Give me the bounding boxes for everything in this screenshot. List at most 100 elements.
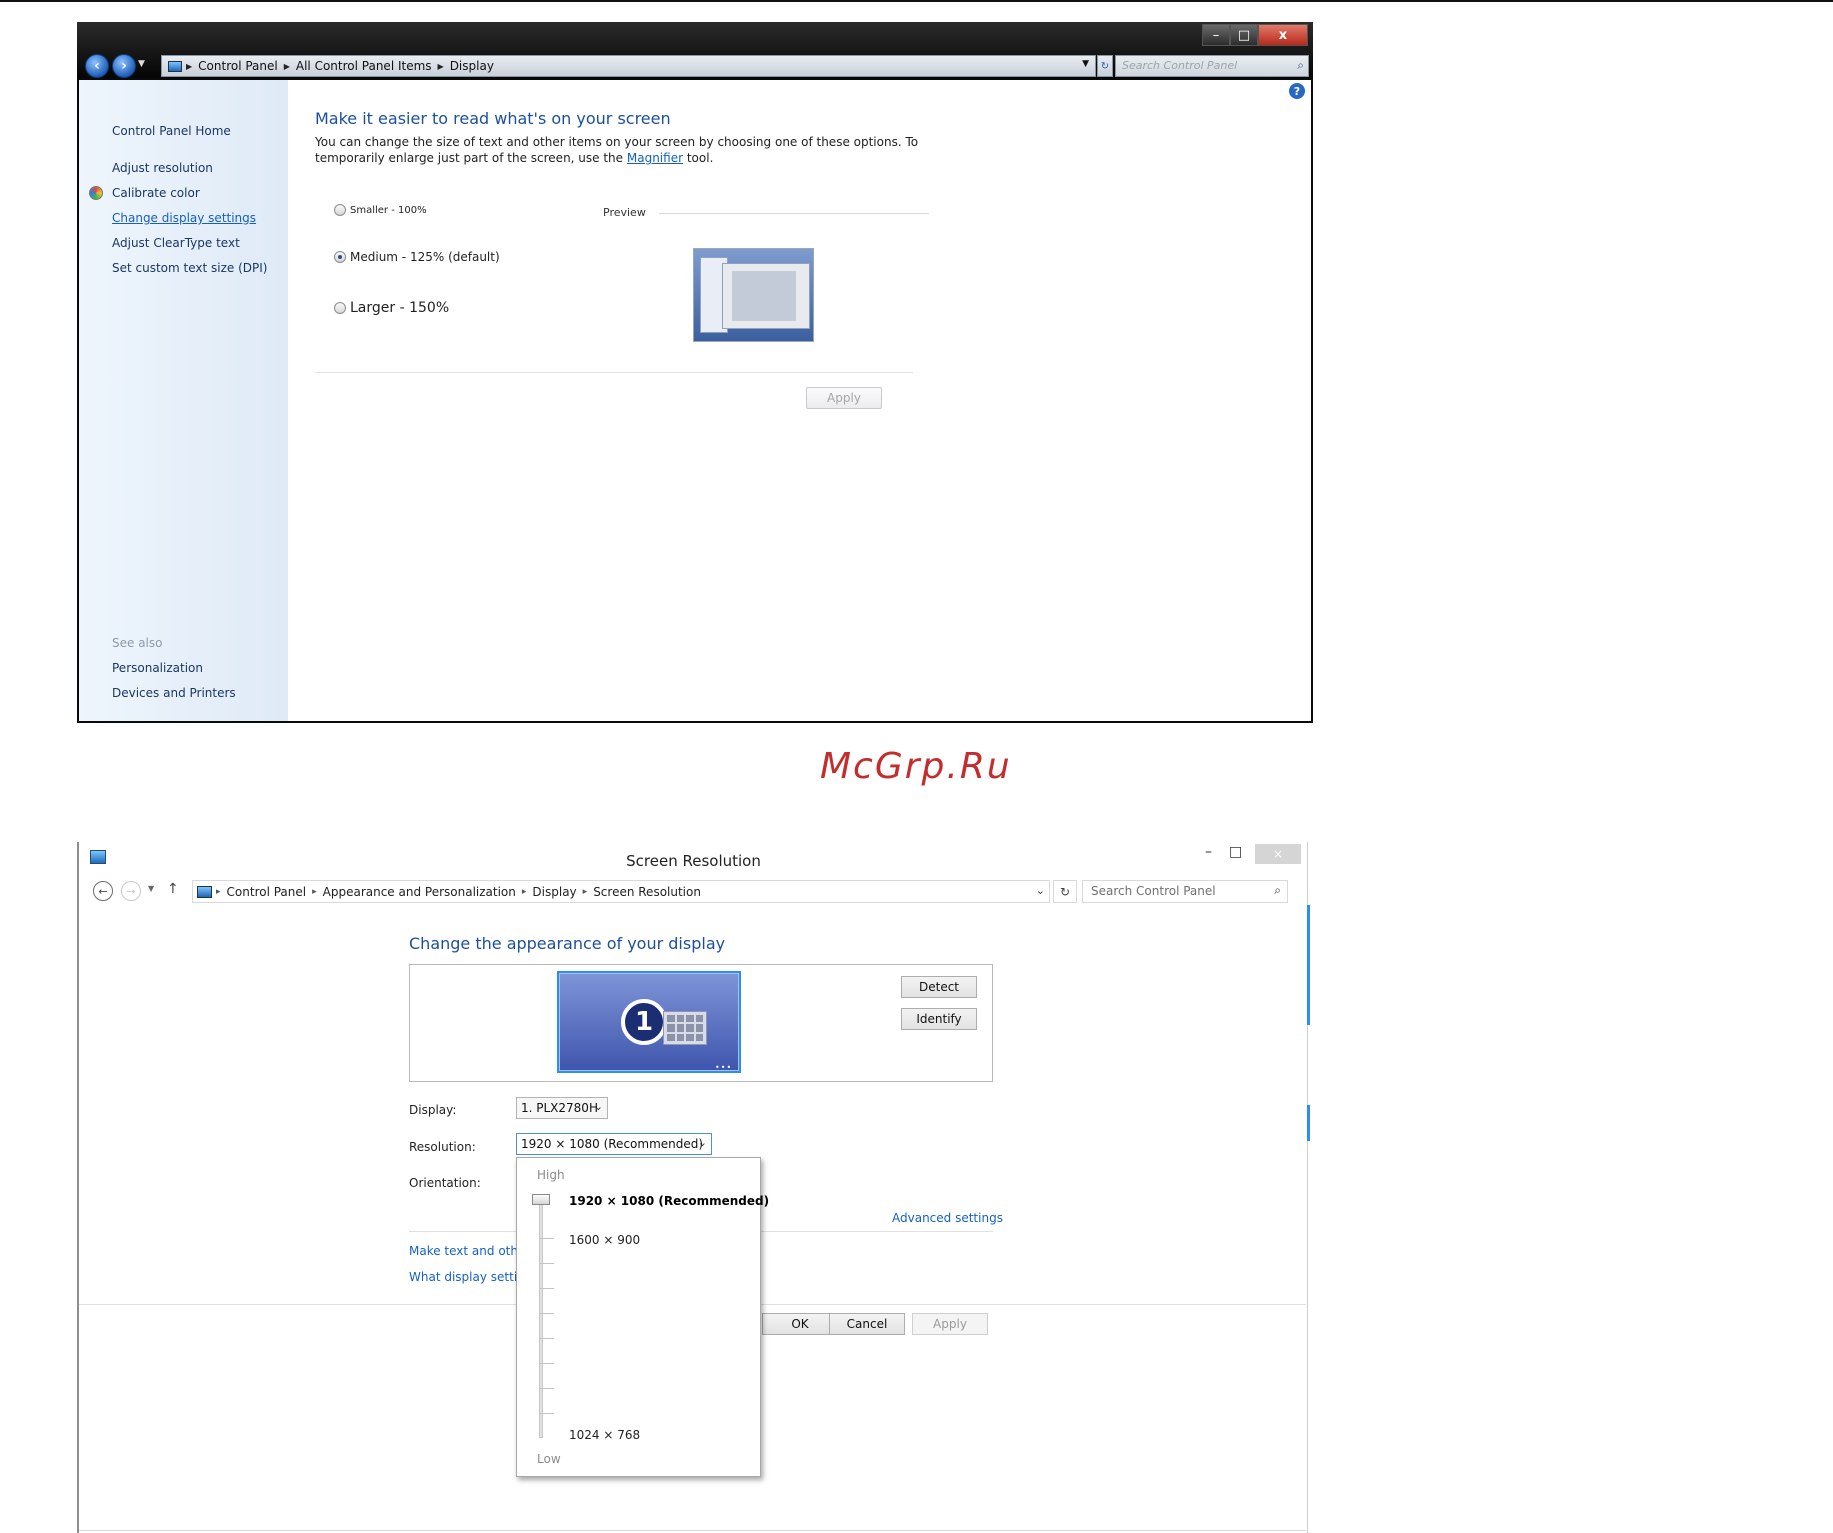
address-bar[interactable]: ▸ Control Panel ▸ Appearance and Persona… [192, 880, 1050, 903]
navigation-bar: ← → ▼ ↑ ▸ Control Panel ▸ Appearance and… [87, 878, 1297, 904]
low-label: Low [537, 1452, 561, 1466]
breadcrumb-separator-icon: ▶ [283, 61, 290, 71]
slider-tick [540, 1313, 554, 1314]
up-arrow-icon[interactable]: ↑ [167, 881, 179, 897]
breadcrumb-display[interactable]: Display [532, 885, 576, 899]
scrollbar-thumb[interactable] [1307, 905, 1310, 1025]
back-arrow-icon[interactable]: ‹ [85, 54, 109, 78]
option-label: Smaller - 100% [350, 204, 427, 216]
control-panel-icon [197, 885, 212, 898]
address-dropdown-icon[interactable]: ⌄ [1036, 884, 1045, 897]
option-label: Medium - 125% (default) [350, 250, 500, 264]
display-label: Display: [409, 1103, 457, 1117]
chevron-down-icon: ⌄ [697, 1136, 707, 1149]
search-icon[interactable]: ⌕ [1297, 58, 1304, 73]
resolution-option-1920x1080[interactable]: 1920 × 1080 (Recommended) [569, 1194, 769, 1208]
resolution-label: Resolution: [409, 1140, 476, 1154]
page-title: Make it easier to read what's on your sc… [315, 109, 671, 128]
radio-button-selected[interactable] [334, 251, 346, 263]
search-input[interactable]: Search Control Panel ⌕ [1082, 880, 1288, 903]
display-select[interactable]: 1. PLX2780H ⌄ [516, 1097, 608, 1119]
navigation-bar: ‹ › ▼ ▶ Control Panel ▶ All Control Pane… [83, 52, 1309, 80]
apply-button[interactable]: Apply [806, 387, 882, 409]
monitor-grid-icon [663, 1011, 707, 1045]
display-settings-help-link[interactable]: What display setting [409, 1270, 532, 1284]
breadcrumb-separator-icon: ▸ [312, 886, 317, 897]
monitor-arrangement: 1 ••• Detect Identify [409, 964, 993, 1082]
help-icon[interactable]: ? [1289, 83, 1305, 99]
sidebar-item-control-panel-home[interactable]: Control Panel Home [112, 124, 231, 138]
slider-tick [540, 1363, 554, 1364]
sidebar-item-adjust-cleartype[interactable]: Adjust ClearType text [112, 236, 240, 250]
slider-tick [540, 1263, 554, 1264]
sidebar-item-change-display-settings[interactable]: Change display settings [112, 211, 256, 225]
high-label: High [537, 1168, 565, 1182]
option-medium[interactable]: Medium - 125% (default) [334, 250, 500, 264]
preview-content-graphic [732, 271, 796, 321]
more-dots-icon: ••• [715, 1063, 733, 1072]
resolution-option-1600x900[interactable]: 1600 × 900 [569, 1233, 640, 1247]
see-also-personalization[interactable]: Personalization [112, 661, 203, 675]
slider-tick [540, 1413, 554, 1414]
breadcrumb-control-panel[interactable]: Control Panel [227, 885, 307, 899]
recent-pages-dropdown-icon[interactable]: ▼ [138, 59, 145, 69]
magnifier-link[interactable]: Magnifier [627, 151, 683, 165]
breadcrumb-separator-icon: ▸ [521, 886, 527, 897]
maximize-button[interactable]: □ [1229, 844, 1242, 860]
search-icon[interactable]: ⌕ [1274, 883, 1281, 898]
color-wheel-icon [89, 186, 103, 200]
maximize-button[interactable]: □ [1230, 24, 1258, 46]
radio-button[interactable] [334, 204, 346, 216]
breadcrumb-display[interactable]: Display [450, 59, 494, 73]
minimize-button[interactable]: – [1205, 844, 1212, 860]
advanced-settings-link[interactable]: Advanced settings [892, 1211, 1003, 1225]
breadcrumb-separator-icon: ▶ [186, 61, 193, 71]
search-input[interactable]: Search Control Panel ⌕ [1115, 55, 1309, 77]
resolution-option-1024x768[interactable]: 1024 × 768 [569, 1428, 640, 1442]
close-button[interactable]: x [1258, 24, 1308, 46]
resolution-select[interactable]: 1920 × 1080 (Recommended) ⌄ [516, 1133, 712, 1155]
breadcrumb-all-items[interactable]: All Control Panel Items [296, 59, 432, 73]
breadcrumb-separator-icon: ▶ [437, 61, 444, 71]
preview-divider [659, 213, 929, 214]
detect-button[interactable]: Detect [901, 976, 977, 998]
ok-button[interactable]: OK [762, 1313, 838, 1335]
option-smaller[interactable]: Smaller - 100% [334, 204, 427, 216]
search-placeholder: Search Control Panel [1122, 59, 1238, 72]
refresh-icon[interactable]: ↻ [1097, 55, 1113, 77]
close-button[interactable]: × [1255, 844, 1301, 864]
monitor-1[interactable]: 1 ••• [557, 971, 741, 1073]
slider-tick [540, 1388, 554, 1389]
text-size-link[interactable]: Make text and other [409, 1244, 530, 1258]
resolution-slider-thumb[interactable] [532, 1194, 550, 1205]
display-window: – □ x ‹ › ▼ ▶ Control Panel ▶ All Contro… [77, 22, 1313, 723]
minimize-button[interactable]: – [1202, 24, 1230, 46]
forward-arrow-icon[interactable]: → [121, 881, 141, 901]
forward-arrow-icon[interactable]: › [112, 54, 136, 78]
watermark-text: McGrp.Ru [820, 746, 1012, 787]
refresh-icon[interactable]: ↻ [1053, 880, 1077, 903]
breadcrumb-separator-icon: ▸ [216, 886, 221, 897]
slider-tick [540, 1338, 554, 1339]
breadcrumb-screen-resolution[interactable]: Screen Resolution [593, 885, 701, 899]
cancel-button[interactable]: Cancel [829, 1313, 905, 1335]
address-bar[interactable]: ▶ Control Panel ▶ All Control Panel Item… [161, 55, 1096, 77]
sidebar-item-custom-text-size[interactable]: Set custom text size (DPI) [112, 261, 267, 275]
identify-button[interactable]: Identify [901, 1008, 977, 1030]
back-arrow-icon[interactable]: ← [93, 881, 113, 901]
display-value: 1. PLX2780H [521, 1101, 598, 1115]
address-dropdown-icon[interactable]: ▼ [1082, 59, 1089, 69]
recent-pages-dropdown-icon[interactable]: ▼ [148, 884, 154, 893]
apply-button[interactable]: Apply [912, 1313, 988, 1335]
orientation-label: Orientation: [409, 1176, 481, 1190]
sidebar-item-adjust-resolution[interactable]: Adjust resolution [112, 161, 213, 175]
radio-button[interactable] [334, 302, 346, 314]
breadcrumb-appearance[interactable]: Appearance and Personalization [323, 885, 516, 899]
breadcrumb-control-panel[interactable]: Control Panel [198, 59, 278, 73]
resolution-slider-track[interactable] [539, 1198, 543, 1438]
description-line-1: You can change the size of text and othe… [315, 135, 919, 149]
preview-thumbnail [693, 248, 814, 342]
sidebar-item-calibrate-color[interactable]: Calibrate color [112, 186, 200, 200]
option-larger[interactable]: Larger - 150% [334, 300, 449, 316]
see-also-devices-printers[interactable]: Devices and Printers [112, 686, 236, 700]
